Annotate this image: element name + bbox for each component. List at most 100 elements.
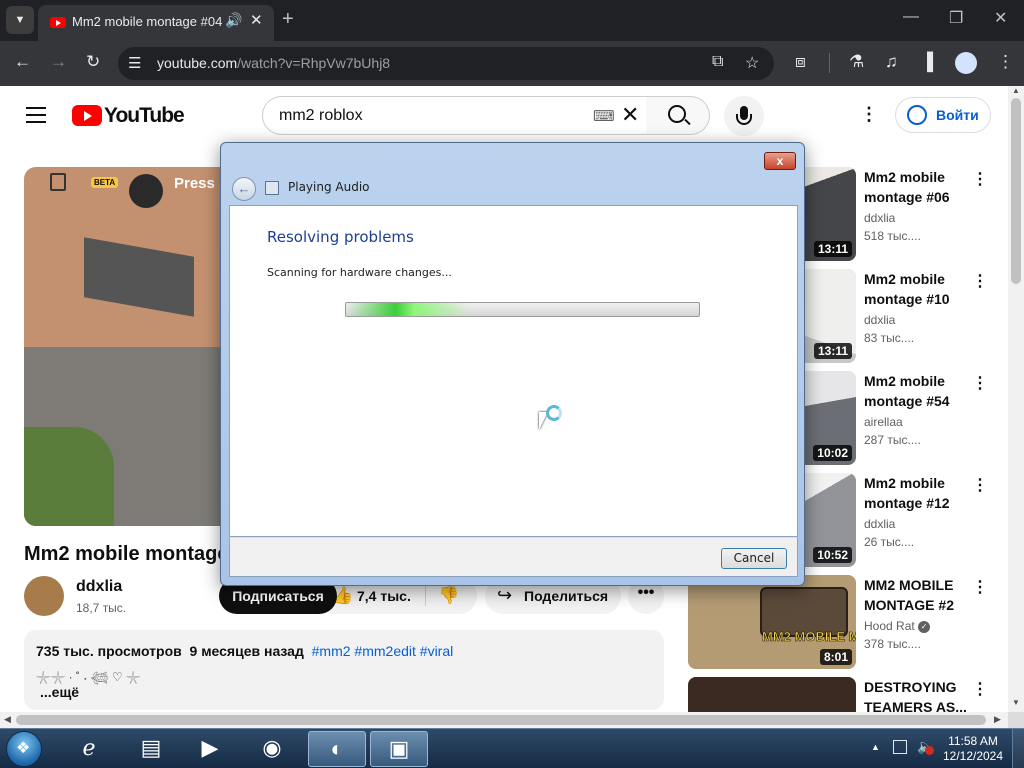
cancel-button[interactable]: Cancel bbox=[721, 548, 787, 569]
video-duration: 13:11 bbox=[813, 343, 852, 359]
description-box[interactable]: 735 тыс. просмотров 9 месяцев назад #mm2… bbox=[24, 630, 664, 710]
channel-subscribers: 18,7 тыс. bbox=[76, 601, 127, 615]
dialog-back-arrow-icon[interactable]: ← bbox=[232, 177, 256, 201]
taskbar-troubleshooter-active-icon[interactable]: ▣ bbox=[370, 731, 428, 767]
network-icon[interactable] bbox=[893, 740, 907, 754]
related-title[interactable]: Mm2 mobile montage #12 bbox=[864, 473, 976, 513]
like-count[interactable]: 7,4 тыс. bbox=[357, 588, 411, 604]
related-title[interactable]: Mm2 mobile montage #10 bbox=[864, 269, 976, 309]
system-clock[interactable]: 11:58 AM 12/12/2024 bbox=[939, 734, 1007, 764]
install-app-icon[interactable]: ⧉ bbox=[712, 53, 723, 71]
restore-icon[interactable]: ❐ bbox=[949, 8, 963, 28]
related-kebab-icon[interactable]: ⋮ bbox=[972, 679, 988, 699]
taskbar-media-player-icon[interactable]: ▶ bbox=[181, 731, 239, 767]
related-kebab-icon[interactable]: ⋮ bbox=[972, 475, 988, 495]
related-video-item[interactable]: MM2 MOBILE MONTA 8:01 MM2 MOBILE MONTAGE… bbox=[688, 575, 1004, 671]
back-arrow-icon[interactable]: ← bbox=[14, 52, 31, 72]
start-button-icon[interactable] bbox=[6, 731, 42, 767]
windows-taskbar: ℯ▤▶◉◐▣ ▲ 🔈 11:58 AM 12/12/2024 bbox=[0, 728, 1024, 768]
related-title[interactable]: MM2 MOBILE MONTAGE #2 bbox=[864, 575, 976, 615]
dialog-title: Playing Audio bbox=[288, 180, 370, 194]
address-bar[interactable]: ☰ youtube.com/watch?v=RhpVw7bUhj8 ⧉ ☆ bbox=[118, 47, 774, 80]
video-player[interactable]: BETA Press bbox=[24, 167, 224, 526]
clock-time: 11:58 AM bbox=[948, 734, 998, 748]
scroll-right-arrow-icon[interactable]: ▶ bbox=[994, 714, 1001, 725]
related-title[interactable]: Mm2 mobile montage #54 bbox=[864, 371, 976, 411]
forward-arrow-icon[interactable]: → bbox=[50, 52, 67, 72]
reload-icon[interactable]: ↻ bbox=[86, 52, 100, 72]
related-channel[interactable]: ddxlia bbox=[864, 313, 895, 327]
taskbar-file-explorer-icon[interactable]: ▤ bbox=[122, 731, 180, 767]
taskbar-firefox-icon[interactable]: ◉ bbox=[243, 731, 301, 767]
related-views: 26 тыс.... bbox=[864, 535, 915, 549]
sign-in-button[interactable]: Войти bbox=[895, 97, 991, 133]
settings-kebab-icon[interactable]: ⋮ bbox=[860, 104, 878, 125]
speaker-icon[interactable]: 🔊 bbox=[225, 12, 242, 29]
related-kebab-icon[interactable]: ⋮ bbox=[972, 577, 988, 597]
search-button[interactable] bbox=[646, 96, 710, 135]
side-panel-icon[interactable]: ▐ bbox=[921, 52, 933, 72]
description-more-link[interactable]: ...ещё bbox=[40, 684, 79, 700]
taskbar-browser-active-icon[interactable]: ◐ bbox=[308, 731, 366, 767]
new-tab-plus-icon[interactable]: + bbox=[282, 8, 294, 31]
show-hidden-icons-icon[interactable]: ▲ bbox=[871, 742, 880, 752]
vertical-scrollbar[interactable]: ▲ ▼ bbox=[1008, 86, 1024, 712]
bookmark-star-icon[interactable]: ☆ bbox=[745, 53, 759, 73]
window-close-icon[interactable]: ✕ bbox=[994, 8, 1007, 28]
youtube-logo-text[interactable]: YouTube bbox=[104, 104, 185, 128]
scroll-left-arrow-icon[interactable]: ◀ bbox=[4, 714, 11, 725]
hashtags[interactable]: #mm2 #mm2edit #viral bbox=[312, 643, 454, 659]
keyboard-icon[interactable]: ⌨ bbox=[593, 107, 615, 125]
clear-search-icon[interactable]: ✕ bbox=[621, 102, 639, 128]
browser-tab-active[interactable]: Mm2 mobile montage #04 🔊 ✕ bbox=[38, 5, 274, 41]
show-desktop-button[interactable] bbox=[1012, 729, 1024, 768]
related-channel[interactable]: airellaa bbox=[864, 415, 903, 429]
thumbs-down-icon[interactable]: 👎 bbox=[438, 586, 459, 606]
url-text[interactable]: youtube.com/watch?v=RhpVw7bUhj8 bbox=[157, 55, 390, 71]
like-separator bbox=[425, 586, 426, 606]
chrome-menu-kebab-icon[interactable]: ⋮ bbox=[997, 52, 1014, 72]
voice-search-mic-icon[interactable] bbox=[724, 96, 764, 136]
related-title[interactable]: DESTROYING TEAMERS AS... bbox=[864, 677, 976, 712]
verified-check-icon: ✓ bbox=[918, 620, 931, 633]
taskbar-internet-explorer-icon[interactable]: ℯ bbox=[60, 731, 118, 767]
hamburger-menu-icon[interactable] bbox=[26, 107, 46, 123]
related-kebab-icon[interactable]: ⋮ bbox=[972, 271, 988, 291]
related-channel[interactable]: Hood Rat ✓ bbox=[864, 619, 931, 633]
extensions-puzzle-icon[interactable]: ⧈ bbox=[795, 52, 806, 72]
related-kebab-icon[interactable]: ⋮ bbox=[972, 373, 988, 393]
beta-badge: BETA bbox=[91, 177, 119, 188]
channel-avatar[interactable] bbox=[24, 576, 64, 616]
related-title[interactable]: Mm2 mobile montage #06 bbox=[864, 167, 976, 207]
related-views: 518 тыс.... bbox=[864, 229, 921, 243]
search-icon bbox=[668, 105, 686, 123]
related-channel[interactable]: ddxlia bbox=[864, 211, 895, 225]
dialog-close-button[interactable]: x bbox=[764, 152, 796, 170]
related-kebab-icon[interactable]: ⋮ bbox=[972, 169, 988, 189]
related-video-item[interactable]: DESTROYING TEAMERS AS... ⋮ bbox=[688, 677, 1004, 712]
search-query[interactable]: mm2 roblox bbox=[279, 107, 363, 125]
horizontal-scrollbar[interactable]: ◀ ▶ bbox=[0, 712, 1008, 728]
tab-search-chevron-icon[interactable]: ▼ bbox=[6, 6, 34, 34]
related-channel[interactable]: ddxlia bbox=[864, 517, 895, 531]
scroll-up-arrow-icon[interactable]: ▲ bbox=[1012, 86, 1020, 95]
search-input[interactable]: mm2 roblox ⌨ ✕ bbox=[262, 96, 647, 135]
vertical-scroll-thumb[interactable] bbox=[1011, 98, 1021, 284]
channel-name[interactable]: ddxlia bbox=[76, 578, 122, 596]
youtube-logo-icon[interactable] bbox=[72, 105, 102, 126]
related-views: 378 тыс.... bbox=[864, 637, 921, 651]
labs-flask-icon[interactable]: ⚗ bbox=[849, 52, 864, 72]
game-bench bbox=[84, 237, 194, 317]
video-duration: 13:11 bbox=[813, 241, 852, 257]
horizontal-scroll-thumb[interactable] bbox=[16, 715, 986, 725]
tab-close-icon[interactable]: ✕ bbox=[250, 11, 263, 29]
troubleshooter-dialog: x ← Playing Audio Resolving problems Sca… bbox=[220, 142, 805, 586]
media-controls-icon[interactable]: ♫ bbox=[885, 52, 898, 72]
related-thumbnail[interactable] bbox=[688, 677, 856, 712]
scroll-down-arrow-icon[interactable]: ▼ bbox=[1012, 698, 1020, 707]
description-stats: 735 тыс. просмотров 9 месяцев назад #mm2… bbox=[36, 643, 453, 659]
related-thumbnail[interactable]: MM2 MOBILE MONTA 8:01 bbox=[688, 575, 856, 669]
profile-avatar-icon[interactable] bbox=[955, 52, 977, 74]
minimize-icon[interactable]: — bbox=[903, 8, 919, 26]
site-info-tune-icon[interactable]: ☰ bbox=[128, 54, 141, 72]
